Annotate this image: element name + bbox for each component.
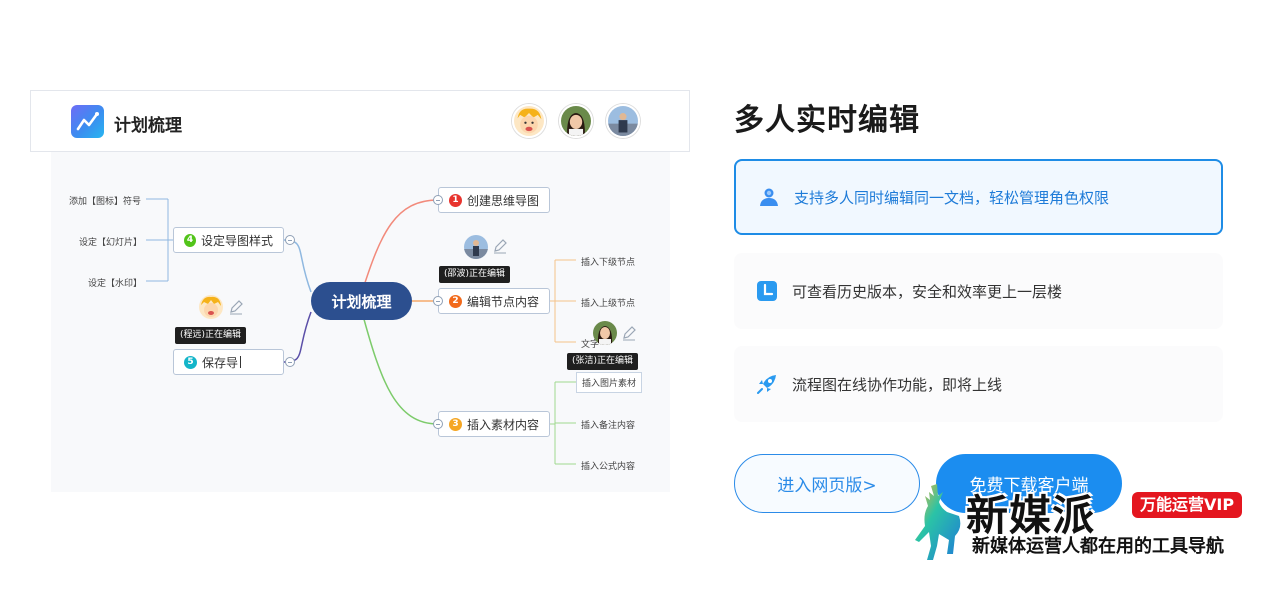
history-icon [757, 281, 777, 301]
leaf-insert-image[interactable]: 插入图片素材 [576, 372, 643, 393]
node-number: 4 [184, 233, 196, 247]
leaf-set-slide[interactable]: 设定【幻灯片】 [79, 235, 142, 248]
avatar-cartoon-boy[interactable] [512, 104, 546, 138]
feature-card-flowchart[interactable]: 流程图在线协作功能，即将上线 [734, 346, 1223, 422]
node-label: 设定导图样式 [200, 233, 273, 248]
users-icon [760, 188, 778, 206]
node-number: 1 [449, 193, 462, 207]
feature-card-multi-edit[interactable]: 支持多人同时编辑同一文档，轻松管理角色权限 [734, 159, 1223, 235]
feature-text: 流程图在线协作功能，即将上线 [792, 375, 1003, 394]
pencil-icon [494, 239, 507, 254]
mindmap-canvas[interactable]: 计划梳理 1 创建思维导图 2 编辑节点内容 3 插入素材内容 4 设定导图样式… [51, 152, 670, 492]
mindmap-root[interactable]: 计划梳理 [311, 282, 412, 320]
editing-tag: (邵波)正在编辑 [439, 266, 511, 283]
node-number: 5 [184, 355, 197, 369]
avatar-man[interactable] [606, 104, 640, 138]
rocket-icon [757, 375, 776, 394]
node-insert-material[interactable]: 3 插入素材内容 [438, 411, 550, 437]
feature-text: 支持多人同时编辑同一文档，轻松管理角色权限 [794, 188, 1110, 207]
leaf-insert-note[interactable]: 插入备注内容 [581, 418, 635, 431]
text-cursor [240, 356, 242, 368]
leaf-insert-parent[interactable]: 插入上级节点 [581, 296, 635, 309]
editing-tag: (程远)正在编辑 [175, 327, 247, 344]
feature-title: 多人实时编辑 [734, 103, 920, 138]
collaborator-avatar [593, 321, 617, 345]
node-label: 插入素材内容 [466, 417, 539, 432]
app-title: 计划梳理 [114, 116, 182, 136]
mindmap-links [146, 198, 576, 465]
leaf-insert-child[interactable]: 插入下级节点 [581, 255, 635, 268]
app-header: 计划梳理 [30, 90, 690, 152]
node-create-mindmap[interactable]: 1 创建思维导图 [438, 187, 551, 213]
collapse-toggle[interactable] [433, 195, 443, 205]
node-label: 编辑节点内容 [466, 294, 539, 309]
leaf-insert-formula[interactable]: 插入公式内容 [581, 459, 635, 472]
feature-card-history[interactable]: 可查看历史版本，安全和效率更上一层楼 [734, 253, 1223, 329]
download-client-button[interactable]: 免费下载客户端 [936, 454, 1122, 513]
pencil-icon [623, 326, 636, 341]
leaf-add-icon[interactable]: 添加【图标】符号 [69, 194, 141, 207]
enter-web-button[interactable]: 进入网页版> [734, 454, 920, 513]
pencil-icon [230, 300, 243, 315]
node-label: 创建思维导图 [467, 193, 540, 208]
collapse-toggle[interactable] [285, 357, 295, 367]
app-logo-icon [71, 105, 104, 138]
watermark-badge: 万能运营VIP [1132, 492, 1243, 518]
collapse-toggle[interactable] [433, 419, 443, 429]
avatar-woman[interactable] [559, 104, 593, 138]
editing-tag: (张洁)正在编辑 [567, 353, 639, 370]
node-save[interactable]: 5 保存导 [173, 349, 284, 375]
node-number: 2 [449, 294, 462, 308]
collapse-toggle[interactable] [285, 235, 295, 245]
leaf-set-watermark[interactable]: 设定【水印】 [88, 276, 142, 289]
collapse-toggle[interactable] [433, 296, 443, 306]
node-set-style[interactable]: 4 设定导图样式 [173, 227, 284, 253]
feature-text: 可查看历史版本，安全和效率更上一层楼 [792, 282, 1063, 301]
node-number: 3 [449, 417, 462, 431]
collaborator-avatar [464, 235, 488, 259]
watermark-slogan: 新媒体运营人都在用的工具导航 [972, 536, 1224, 557]
node-label: 保存导 [202, 355, 239, 370]
collaborator-avatar [199, 295, 223, 319]
node-edit-content[interactable]: 2 编辑节点内容 [438, 288, 550, 314]
